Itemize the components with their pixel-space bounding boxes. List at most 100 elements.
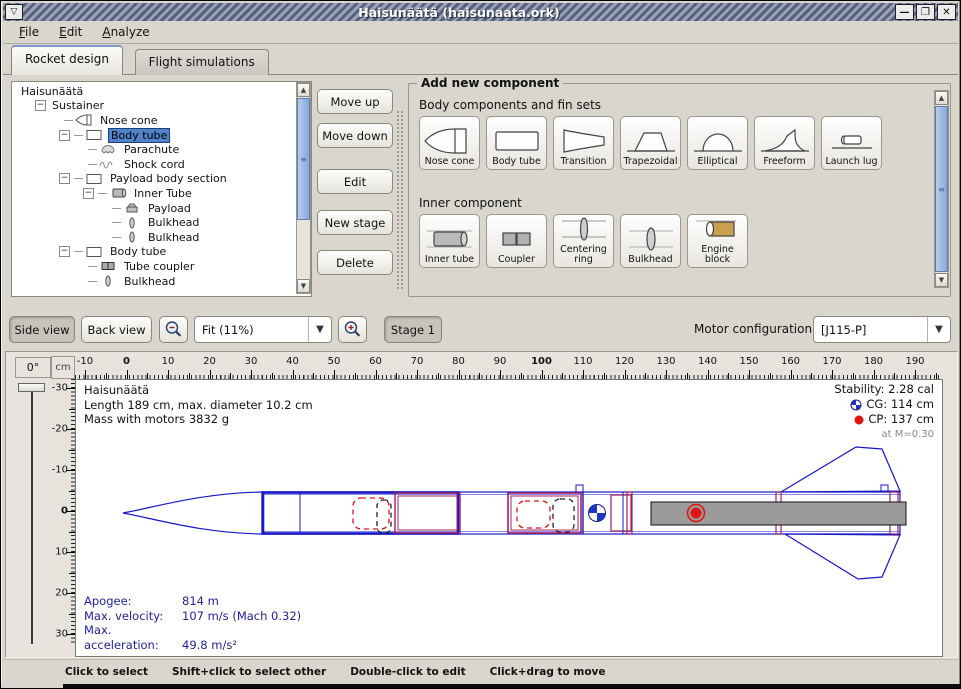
component-button-label: Launch lug xyxy=(825,157,877,167)
tree-expander-icon[interactable]: − xyxy=(59,246,70,257)
splitter-handle[interactable] xyxy=(395,109,403,291)
tree-connector xyxy=(88,149,97,150)
add-elliptical-button[interactable]: Elliptical xyxy=(687,116,748,170)
rocket-name: Haisunäätä xyxy=(84,383,313,398)
tree-expander-icon[interactable]: − xyxy=(35,100,46,111)
tree-item-label[interactable]: Nose cone xyxy=(98,114,159,127)
tree-row[interactable]: Bulkhead xyxy=(13,274,294,289)
tree-row[interactable]: − Payload body section xyxy=(13,172,294,187)
tree-item-label[interactable]: Inner Tube xyxy=(132,187,194,200)
component-button-label: Nose cone xyxy=(425,157,475,167)
scroll-up-icon[interactable]: ▲ xyxy=(935,91,948,105)
zoom-in-button[interactable] xyxy=(338,316,367,343)
add-launch-lug-button[interactable]: Launch lug xyxy=(821,116,882,170)
tree-connector xyxy=(74,251,83,252)
tree-row[interactable]: − Body tube xyxy=(13,245,294,260)
add-trapezoidal-button[interactable]: Trapezoidal xyxy=(620,116,681,170)
move-down-button[interactable]: Move down xyxy=(317,123,393,148)
tree-item-label[interactable]: Parachute xyxy=(122,143,181,156)
tree-expander-icon[interactable]: − xyxy=(59,130,70,141)
add-coupler-button[interactable]: Coupler xyxy=(486,214,547,268)
trapezoidal-icon xyxy=(623,126,679,156)
add-inner-tube-button[interactable]: Inner tube xyxy=(419,214,480,268)
motor-configuration-select[interactable]: [J115-P] ▼ xyxy=(813,316,951,343)
tree-row[interactable]: Shock cord xyxy=(13,157,294,172)
rocket-canvas[interactable]: Haisunäätä Length 189 cm, max. diameter … xyxy=(75,379,943,657)
add-body-tube-button[interactable]: Body tube xyxy=(486,116,547,170)
zoom-select[interactable]: Fit (11%) ▼ xyxy=(194,316,332,343)
ruler-tick-label: 0 xyxy=(123,356,130,367)
add-centering-ring-button[interactable]: Centering ring xyxy=(553,214,614,268)
tree-row[interactable]: Payload xyxy=(13,201,294,216)
rotation-slider-handle[interactable] xyxy=(18,383,45,392)
payload-icon xyxy=(123,202,141,214)
tree-item-label[interactable]: Haisunäätä xyxy=(19,85,85,98)
ruler-tick-label: 90 xyxy=(494,356,507,367)
ruler-tick xyxy=(168,370,169,379)
nose-cone-icon xyxy=(422,126,478,156)
tree-row[interactable]: Haisunäätä xyxy=(13,84,294,99)
tree-row[interactable]: Tube coupler xyxy=(13,259,294,274)
tree-expander-icon[interactable]: − xyxy=(59,173,70,184)
tree-row[interactable]: Bulkhead xyxy=(13,230,294,245)
minimize-button[interactable]: — xyxy=(895,4,914,20)
tree-item-label[interactable]: Body tube xyxy=(108,245,168,258)
rotation-slider-track[interactable] xyxy=(31,392,33,644)
scroll-down-icon[interactable]: ▼ xyxy=(297,279,310,293)
add-engine-block-button[interactable]: Engine block xyxy=(687,214,748,268)
tree-connector xyxy=(74,135,83,136)
tree-item-label[interactable]: Tube coupler xyxy=(122,260,196,273)
chevron-down-icon: ▼ xyxy=(308,317,331,342)
edit-button[interactable]: Edit xyxy=(317,169,393,194)
close-button[interactable]: ✕ xyxy=(937,4,956,20)
tree-expander-icon[interactable]: − xyxy=(83,188,94,199)
tab-flight-simulations[interactable]: Flight simulations xyxy=(135,49,269,75)
tube-icon xyxy=(85,129,103,141)
tree-item-label[interactable]: Body tube xyxy=(108,128,170,143)
add-freeform-button[interactable]: Freeform xyxy=(754,116,815,170)
component-scrollbar-thumb[interactable]: ≡ xyxy=(935,106,948,272)
tree-scrollbar-thumb[interactable]: ≡ xyxy=(297,98,310,220)
tree-item-label[interactable]: Bulkhead xyxy=(146,231,201,244)
ruler-tick xyxy=(376,370,377,379)
tree-row[interactable]: Nose cone xyxy=(13,113,294,128)
menu-item-file[interactable]: File xyxy=(9,22,49,42)
tree-item-label[interactable]: Bulkhead xyxy=(146,216,201,229)
tree-item-label[interactable]: Payload body section xyxy=(108,172,229,185)
menu-item-edit[interactable]: Edit xyxy=(49,22,92,42)
title-bar[interactable]: ▽ Haisunäätä (haisunaata.ork) — ❐ ✕ xyxy=(3,3,958,21)
tree-row[interactable]: − Body tube xyxy=(13,128,294,143)
tree-item-label[interactable]: Bulkhead xyxy=(122,275,177,288)
stage-1-toggle[interactable]: Stage 1 xyxy=(384,316,442,343)
ruler-tick-label: 60 xyxy=(369,356,382,367)
tree-item-label[interactable]: Sustainer xyxy=(50,99,106,112)
bulk-icon xyxy=(99,275,117,287)
add-bulkhead-button[interactable]: Bulkhead xyxy=(620,214,681,268)
tree-row[interactable]: −Sustainer xyxy=(13,99,294,114)
scroll-down-icon[interactable]: ▼ xyxy=(935,273,948,287)
add-transition-button[interactable]: Transition xyxy=(553,116,614,170)
scroll-up-icon[interactable]: ▲ xyxy=(297,83,310,97)
tab-rocket-design[interactable]: Rocket design xyxy=(11,45,123,75)
window-menu-icon[interactable]: ▽ xyxy=(5,4,23,20)
tree-row[interactable]: Bulkhead xyxy=(13,215,294,230)
component-scrollbar[interactable]: ▲ ≡ ▼ xyxy=(934,90,949,288)
tree-item-label[interactable]: Shock cord xyxy=(122,158,187,171)
back-view-button[interactable]: Back view xyxy=(81,316,152,343)
side-view-button[interactable]: Side view xyxy=(9,316,75,343)
move-up-button[interactable]: Move up xyxy=(317,89,393,114)
tree-row[interactable]: Parachute xyxy=(13,142,294,157)
zoom-out-button[interactable] xyxy=(159,316,188,343)
velocity-value: 107 m/s (Mach 0.32) xyxy=(182,609,301,623)
add-nose-cone-button[interactable]: Nose cone xyxy=(419,116,480,170)
tree-item-label[interactable]: Payload xyxy=(146,202,193,215)
status-hint: Double-click to edit xyxy=(350,666,465,678)
tree-row[interactable]: − Inner Tube xyxy=(13,186,294,201)
component-button-label: Trapezoidal xyxy=(624,157,678,167)
tree-scrollbar[interactable]: ▲ ≡ ▼ xyxy=(296,82,311,294)
menu-item-analyze[interactable]: Analyze xyxy=(92,22,159,42)
delete-button[interactable]: Delete xyxy=(317,250,393,275)
maximize-button[interactable]: ❐ xyxy=(916,4,935,20)
group-title: Add new component xyxy=(417,76,563,90)
new-stage-button[interactable]: New stage xyxy=(317,210,393,235)
